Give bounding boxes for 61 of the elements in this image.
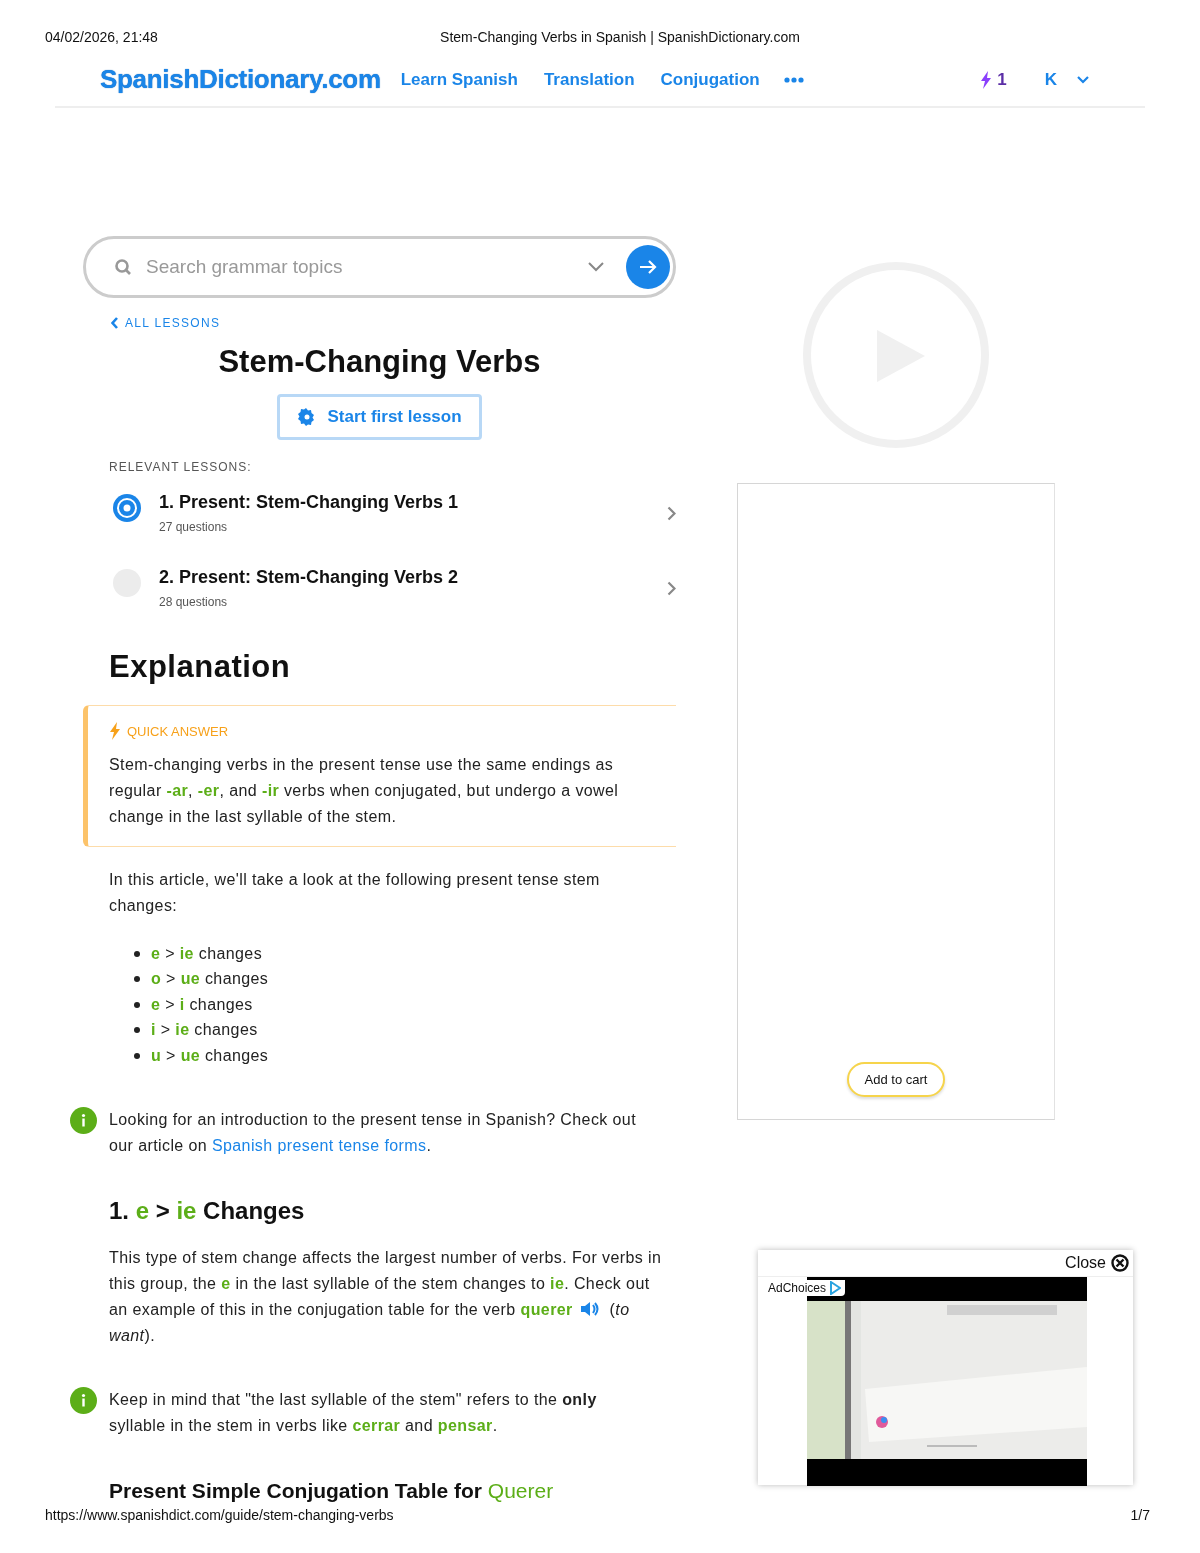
list-item: o > ue changes <box>151 970 269 989</box>
close-button[interactable]: Close <box>1065 1254 1129 1272</box>
page-number: 1/7 <box>1130 1507 1150 1523</box>
list-item: i > ie changes <box>151 1021 258 1040</box>
tip-text: Looking for an introduction to the present tense in Spanish? Check out our article on Spanish present tense forms. <box>109 1109 637 1156</box>
quick-answer-label: QUICK ANSWER <box>127 723 229 739</box>
bullet-icon <box>134 1001 140 1008</box>
nav-link[interactable]: Translation <box>543 69 635 90</box>
article-link[interactable]: Spanish present tense forms <box>211 1136 427 1154</box>
tip-text: Keep in mind that "the last syllable of the stem" refers to the only syllable in the stem in verbs like cerrar and pensar. <box>109 1389 598 1436</box>
list-item: e > i changes <box>151 995 253 1014</box>
bullet-icon <box>134 1052 140 1059</box>
back-link[interactable]: ALL LESSONS <box>111 316 676 330</box>
more-icon <box>783 75 804 84</box>
speaker-icon <box>578 1300 599 1317</box>
search-icon <box>114 258 132 276</box>
paragraph: This type of stem change affects the largest number of verbs. For verbs in this group, the e in the last syllable of the stem changes to ie. Check out an example of this in the conjugation table for the verb querer (to want). <box>109 1247 663 1346</box>
gear-icon <box>297 408 316 426</box>
paragraph: In this article, we'll take a look at the following present tense stem changes: <box>109 870 601 916</box>
arrow-right-icon <box>639 259 657 275</box>
question-count: 27 questions <box>159 520 229 534</box>
info-icon <box>70 1106 97 1134</box>
play-icon <box>829 1281 842 1295</box>
streak-count: 1 <box>997 69 1007 90</box>
lesson-title: Stem-Changing Verbs <box>217 344 542 380</box>
nav-link[interactable]: Learn Spanish <box>400 69 518 90</box>
list-item: e > ie changes <box>151 944 263 963</box>
add-to-cart-button[interactable]: Add to cart <box>846 1062 946 1097</box>
bullet-icon <box>134 976 140 983</box>
page-url: https://www.spanishdict.com/guide/stem-changing-verbs <box>45 1507 394 1523</box>
page-title: Stem-Changing Verbs in Spanish | SpanishDictionary.com <box>440 29 800 45</box>
chevron-right-icon <box>667 581 676 596</box>
search-bar[interactable]: Search grammar topics <box>83 236 676 298</box>
question-count: 28 questions <box>159 595 229 609</box>
chevron-down-icon <box>588 262 604 272</box>
list-item: u > ue changes <box>151 1046 269 1065</box>
account-initial[interactable]: K <box>1044 69 1057 90</box>
chevron-down-icon <box>1077 75 1089 84</box>
lesson-item[interactable]: 1. Present: Stem-Changing Verbs 1 27 questions <box>113 492 676 534</box>
info-icon <box>70 1386 97 1414</box>
lightning-icon <box>109 722 121 740</box>
bullet-icon <box>134 950 140 957</box>
lesson-name: 1. Present: Stem-Changing Verbs 1 <box>159 492 460 513</box>
nav-link[interactable]: Conjugation <box>660 69 760 90</box>
table-heading: Present Simple Conjugation Table for Querer <box>109 1478 555 1503</box>
close-icon <box>1111 1254 1129 1272</box>
site-logo[interactable]: SpanishDictionary.com <box>100 64 381 95</box>
quick-answer-text: Stem-changing verbs in the present tense use the same endings as regular -ar, -er, and -ir verbs when conjugated, but undergo a vowel change in the last syllable of the stem. <box>109 755 620 827</box>
search-button[interactable] <box>626 245 670 289</box>
lesson-item[interactable]: 2. Present: Stem-Changing Verbs 2 28 questions <box>113 567 676 609</box>
chevron-right-icon <box>667 506 676 521</box>
chevron-left-icon <box>111 317 119 329</box>
start-lesson-button[interactable]: Start first lesson <box>277 394 482 440</box>
section-heading: 1. e > ie Changes <box>109 1196 306 1225</box>
lesson-name: 2. Present: Stem-Changing Verbs 2 <box>159 567 460 588</box>
search-field[interactable]: Search grammar topics <box>144 255 576 279</box>
bullet-icon <box>134 1027 140 1034</box>
lightning-icon <box>980 70 993 89</box>
print-date: 04/02/2026, 21:48 <box>45 29 159 45</box>
section-heading: Explanation <box>109 649 292 685</box>
section-label: RELEVANT LESSONS: <box>109 460 253 474</box>
